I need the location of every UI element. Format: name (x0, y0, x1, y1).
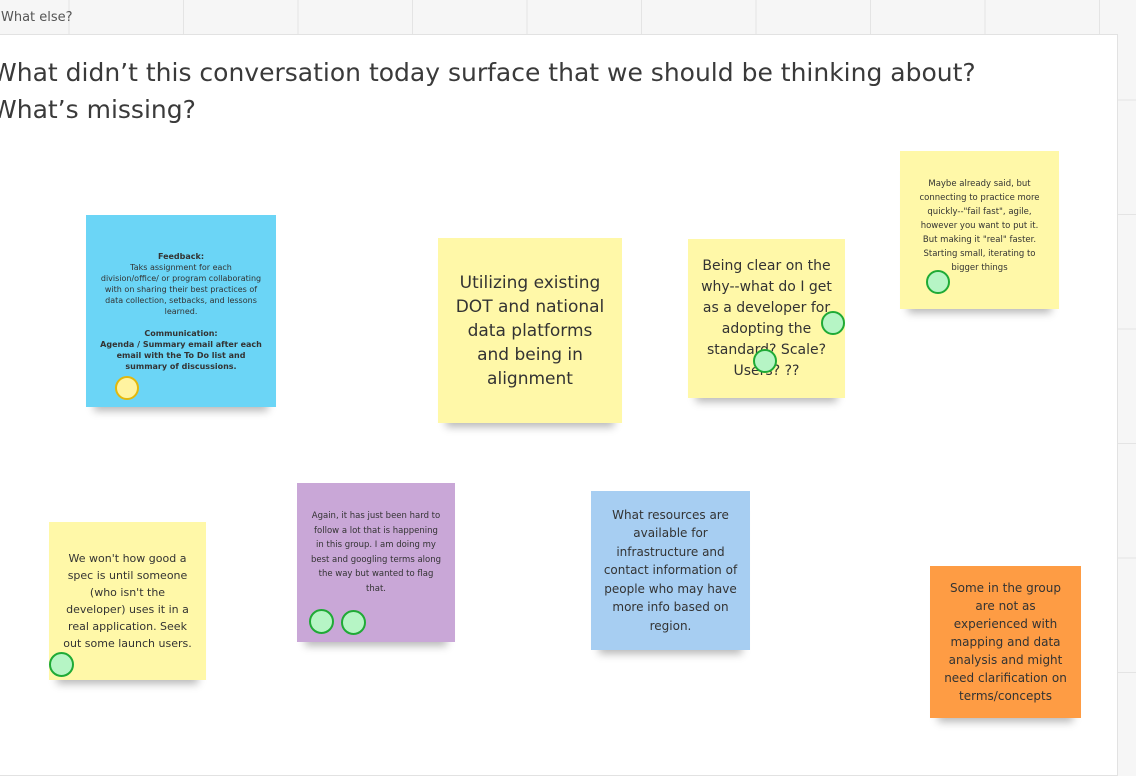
vote-dot[interactable] (753, 349, 777, 373)
note-communication-title: Communication: (144, 328, 218, 338)
note-experience-text: Some in the group are not as experienced… (944, 581, 1067, 703)
note-spec-text: We won't how good a spec is until someon… (63, 552, 192, 650)
sticky-note-fail-fast[interactable]: Maybe already said, but connecting to pr… (900, 151, 1059, 309)
vote-dot[interactable] (49, 652, 74, 677)
vote-dot[interactable] (926, 270, 950, 294)
note-feedback-title: Feedback: (157, 251, 205, 261)
sticky-note-experience[interactable]: Some in the group are not as experienced… (930, 566, 1081, 718)
sticky-note-resources[interactable]: What resources are available for infrast… (591, 491, 750, 650)
vote-dot[interactable] (821, 311, 845, 335)
note-platforms-text: Utilizing existing DOT and national data… (455, 272, 605, 389)
note-fail-fast-text: Maybe already said, but connecting to pr… (919, 179, 1040, 273)
sticky-note-platforms[interactable]: Utilizing existing DOT and national data… (438, 238, 622, 423)
note-hard-to-follow-text: Again, it has just been hard to follow a… (310, 511, 442, 594)
note-resources-text: What resources are available for infrast… (603, 507, 738, 633)
sticky-note-spec[interactable]: We won't how good a spec is until someon… (49, 522, 206, 680)
note-feedback-text: Taks assignment for each division/office… (100, 262, 262, 316)
note-communication-text: Agenda / Summary email after each email … (100, 339, 262, 371)
vote-dot[interactable] (341, 610, 366, 635)
frame-heading[interactable]: What didn’t this conversation today surf… (0, 54, 1032, 128)
frame-label[interactable]: What else? (1, 10, 73, 25)
sticky-note-feedback[interactable]: Feedback: Taks assignment for each divis… (86, 215, 276, 407)
vote-dot[interactable] (115, 376, 139, 400)
vote-dot[interactable] (309, 609, 334, 634)
